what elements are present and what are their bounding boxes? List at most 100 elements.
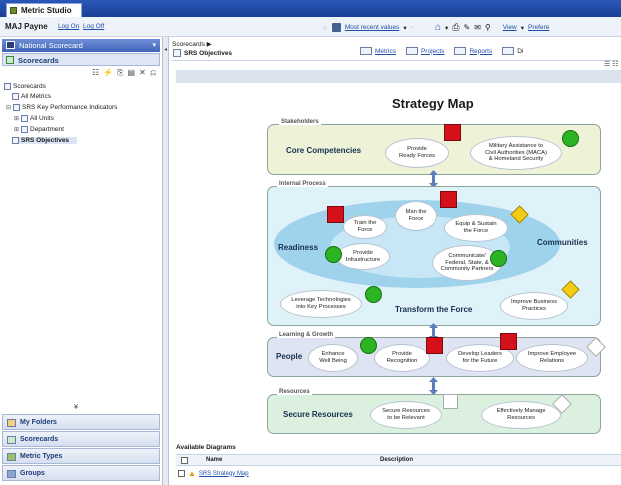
tab-projects[interactable]: Projects [405, 47, 445, 55]
table-row[interactable]: ▲ SRS Strategy Map [178, 469, 249, 478]
status-green-icon[interactable] [325, 246, 342, 263]
objective-wellbeing[interactable]: Enhance Well Being [308, 344, 358, 372]
collapse-icon[interactable]: ⊟ [6, 104, 11, 111]
nav-groups[interactable]: Groups [2, 465, 160, 481]
scorecards-nav-icon [7, 436, 16, 444]
edit-icon[interactable]: ✎ [463, 23, 470, 32]
nav-scorecards-label: Scorecards [20, 436, 59, 443]
log-on-link[interactable]: Log On [58, 23, 79, 30]
scorecard-icon [6, 41, 15, 49]
tree-item-all-units-label: All Units [30, 115, 54, 122]
tree-item-all-metrics-label: All Metrics [21, 93, 51, 100]
preferences-link[interactable]: Prefere [528, 24, 549, 31]
objective-ready-forces[interactable]: Provide Ready Forces [385, 138, 449, 168]
theme-transform-force[interactable]: Transform the Force [395, 305, 472, 314]
cut-icon[interactable]: ⚡ [103, 68, 113, 78]
grid-icon [331, 23, 341, 32]
stakeholders-label: Stakeholders [279, 119, 321, 125]
view-dropdown-icon[interactable]: ▾ [521, 24, 524, 32]
objectives-icon [12, 137, 19, 144]
chevron-down-icon[interactable]: ▾ [152, 41, 156, 49]
tree-item-srs-objectives[interactable]: SRS Objectives [12, 137, 78, 144]
view-tabs: Metrics Projects Reports Di [360, 47, 523, 55]
objective-train-force[interactable]: Train the Force [343, 215, 387, 239]
objective-employee[interactable]: Improve Employee Relations [516, 344, 588, 372]
status-red-icon[interactable] [500, 333, 517, 350]
home-dropdown-icon[interactable]: ▾ [445, 24, 448, 32]
properties-icon[interactable]: ☷ [92, 68, 99, 78]
select-all-checkbox[interactable] [181, 457, 188, 464]
star-icon[interactable]: ☆ [322, 24, 328, 32]
expand-icon[interactable]: ⊞ [14, 115, 19, 122]
objective-recognition[interactable]: Provide Recognition [374, 344, 430, 372]
tree-item-department[interactable]: ⊞ Department [14, 126, 64, 133]
groups-icon [7, 470, 16, 478]
objective-infrastructure[interactable]: Provide Infrastructure [336, 243, 390, 270]
nav-metric-types[interactable]: Metric Types [2, 448, 160, 464]
metric-studio-icon [10, 7, 17, 14]
status-none-icon[interactable] [443, 394, 458, 409]
copy-icon[interactable]: ⎘ [117, 68, 123, 78]
breadcrumb[interactable]: Scorecards ▶ [172, 40, 212, 48]
email-icon[interactable]: ✉ [474, 23, 481, 32]
panel-splitter[interactable] [163, 37, 169, 485]
nav-scorecards[interactable]: Scorecards [2, 431, 160, 447]
objective-leverage[interactable]: Leverage Technologies into Key Processes [280, 290, 362, 318]
diagram-toolbar-icon[interactable]: ☰ ☷ [604, 60, 619, 68]
refresh-icon[interactable]: ⎌ [150, 68, 156, 78]
learning-growth-label: Learning & Growth [277, 332, 335, 338]
page-title: SRS Objectives [184, 50, 233, 57]
tree-item-kpi[interactable]: ⊟ SRS Key Performance Indicators [6, 104, 117, 111]
status-green-icon[interactable] [365, 286, 382, 303]
column-name-header[interactable]: Name [206, 457, 222, 463]
most-recent-values-dropdown[interactable]: Most recent values [345, 24, 400, 31]
tab-reports[interactable]: Reports [454, 47, 492, 55]
status-red-icon[interactable] [327, 206, 344, 223]
tree-item-all-metrics[interactable]: All Metrics [12, 93, 51, 100]
objective-business[interactable]: Improve Business Practices [500, 292, 568, 320]
status-red-icon[interactable] [426, 337, 443, 354]
tree-root[interactable]: Scorecards [4, 83, 46, 90]
objective-man-force[interactable]: Man the Force [395, 201, 437, 231]
theme-secure-resources[interactable]: Secure Resources [283, 410, 353, 419]
home-icon[interactable]: ⌂ [435, 22, 441, 33]
resources-label: Resources [277, 389, 312, 395]
column-description-header[interactable]: Description [380, 457, 413, 463]
objective-equip[interactable]: Equip & Sustain the Force [444, 214, 508, 242]
nav-my-folders[interactable]: My Folders [2, 414, 160, 430]
theme-communities[interactable]: Communities [537, 238, 588, 247]
status-red-icon[interactable] [440, 191, 457, 208]
status-green-icon[interactable] [562, 130, 579, 147]
view-menu[interactable]: View [503, 24, 517, 31]
strategy-map-title: Strategy Map [392, 96, 474, 111]
app-tab[interactable]: Metric Studio [6, 3, 82, 17]
theme-readiness[interactable]: Readiness [278, 243, 318, 252]
available-diagrams-heading: Available Diagrams [176, 444, 236, 451]
search-icon[interactable]: ⚲ [485, 23, 491, 32]
scorecard-selector[interactable]: National Scorecard ▾ [2, 39, 160, 52]
status-red-icon[interactable] [444, 124, 461, 141]
diagram-name-link[interactable]: SRS Strategy Map [199, 471, 249, 477]
paste-icon[interactable]: ▤ [128, 68, 136, 78]
title-bar [0, 0, 621, 17]
log-off-link[interactable]: Log Off [83, 23, 104, 30]
theme-people[interactable]: People [276, 352, 302, 361]
print-icon[interactable]: ⎙ [452, 22, 459, 33]
objective-secure-relevant[interactable]: Secure Resources to be Relevant [370, 401, 442, 429]
row-checkbox[interactable] [178, 470, 185, 477]
status-green-icon[interactable] [490, 250, 507, 267]
status-green-icon[interactable] [360, 337, 377, 354]
tab-metrics[interactable]: Metrics [360, 47, 396, 55]
tab-projects-label: Projects [420, 47, 445, 55]
delete-icon[interactable]: ✕ [139, 68, 146, 78]
objective-maca[interactable]: Military Assistance to Civil Authorities… [470, 136, 562, 170]
tree-root-label: Scorecards [13, 83, 46, 90]
tab-diagrams[interactable]: Di [502, 47, 523, 55]
expand-icon[interactable]: ⊞ [14, 126, 19, 133]
dropdown-arrow-icon[interactable]: ▾ [403, 24, 406, 32]
tree-item-all-units[interactable]: ⊞ All Units [14, 115, 54, 122]
splitter-arrow-icon[interactable]: ◂ [164, 46, 167, 53]
theme-core-competencies[interactable]: Core Competencies [286, 146, 361, 155]
panel-collapse-icon[interactable]: ¥ [74, 404, 78, 411]
objective-manage-resources[interactable]: Effectively Manage Resources [481, 401, 561, 429]
